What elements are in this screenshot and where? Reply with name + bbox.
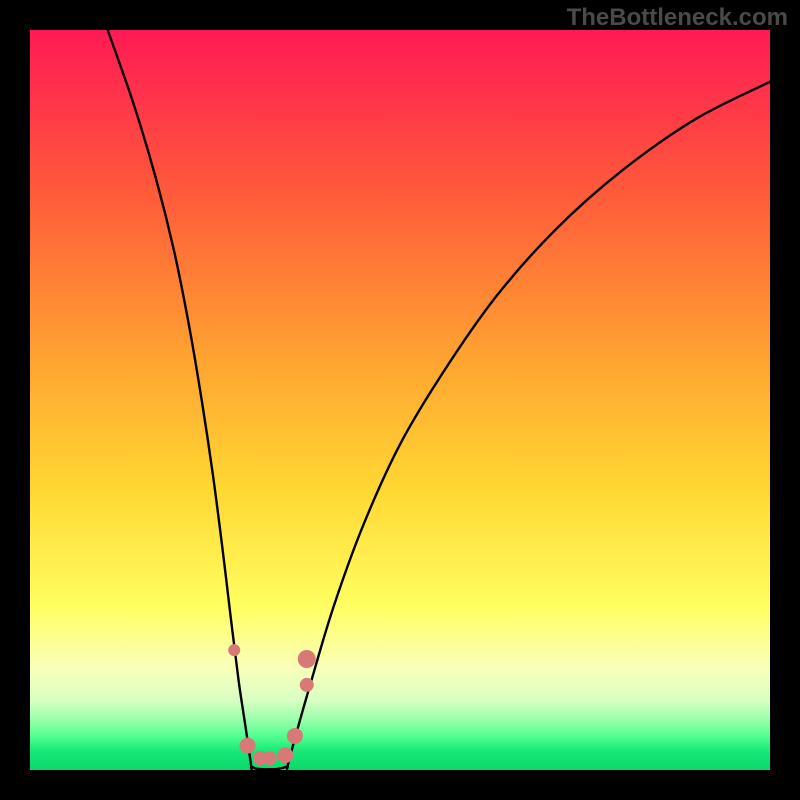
watermark-label: TheBottleneck.com	[567, 4, 788, 32]
data-marker	[300, 678, 314, 692]
data-marker	[240, 738, 256, 754]
data-marker	[263, 751, 277, 765]
plot-area	[30, 30, 770, 770]
chart-svg	[30, 30, 770, 770]
data-marker	[298, 650, 316, 668]
chart-frame: TheBottleneck.com	[0, 0, 800, 800]
data-marker	[277, 747, 293, 763]
data-marker	[287, 728, 303, 744]
gradient-background	[30, 30, 770, 770]
data-marker	[228, 644, 240, 656]
